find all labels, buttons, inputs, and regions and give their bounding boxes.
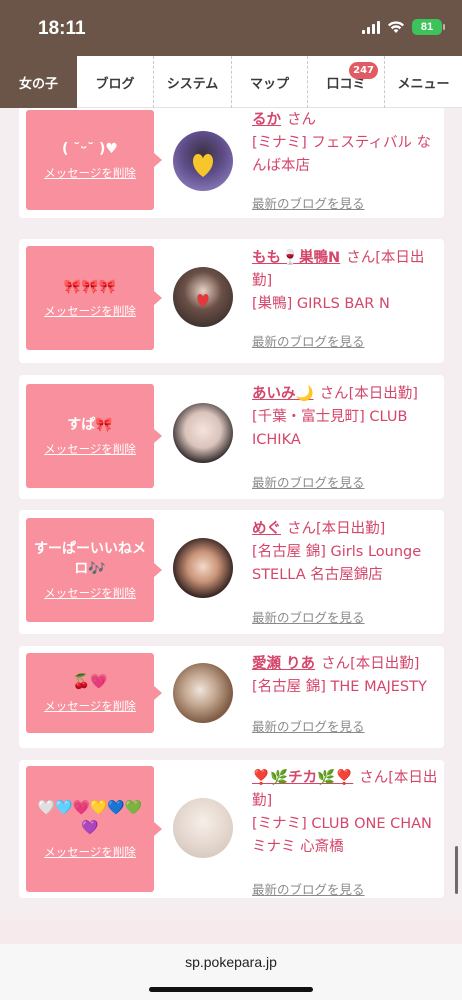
san-label: さん bbox=[287, 521, 316, 537]
tab-girls[interactable]: 女の子 bbox=[0, 56, 77, 108]
list-item: 🤍🩵💗💛💙💚💜 メッセージを削除 ❣️🌿チカ🌿❣️ さん[本日出勤] [ミナミ] … bbox=[19, 760, 444, 898]
message-bubble: すーぱーいいねメロ🎶 メッセージを削除 bbox=[26, 518, 162, 622]
message-list: ( ˘ᵕ˘ )♥ メッセージを削除 るか さん [ミナミ] フェスティバル なんば… bbox=[0, 108, 462, 920]
message-text: すぱ🎀 bbox=[67, 417, 113, 433]
message-text: 🤍🩵💗💛💙💚💜 bbox=[37, 800, 143, 836]
list-item: ( ˘ᵕ˘ )♥ メッセージを削除 るか さん [ミナミ] フェスティバル なんば… bbox=[19, 108, 444, 218]
name-line: あいみ🌙 さん[本日出勤] bbox=[252, 383, 442, 406]
url-text: sp.pokepara.jp bbox=[185, 954, 277, 970]
latest-blog-link[interactable]: 最新のブログを見る bbox=[252, 879, 365, 898]
avatar[interactable] bbox=[173, 267, 233, 327]
girl-info: もも🍷巣鴨N さん[本日出勤] [巣鴨] GIRLS BAR N 最新のブログを見… bbox=[252, 247, 442, 349]
name-line: るか さん bbox=[252, 109, 442, 132]
home-indicator[interactable] bbox=[149, 987, 313, 992]
girl-info: るか さん [ミナミ] フェスティバル なんば本店 最新のブログを見る bbox=[252, 109, 442, 211]
reviews-count-badge: 247 bbox=[349, 62, 378, 79]
san-label: さん bbox=[319, 386, 349, 402]
girl-name-link[interactable]: もも🍷巣鴨N bbox=[252, 250, 340, 266]
tab-system[interactable]: システム bbox=[154, 56, 232, 108]
signal-icon bbox=[362, 20, 380, 34]
avatar[interactable] bbox=[173, 131, 233, 191]
wifi-icon bbox=[387, 20, 405, 34]
girl-info: 愛瀬 りあ さん[本日出勤] [名古屋 錦] THE MAJESTY 最新のブログ… bbox=[252, 653, 442, 734]
tab-system-label: システム bbox=[166, 76, 219, 92]
list-item: 🎀🎀🎀 メッセージを削除 もも🍷巣鴨N さん[本日出勤] [巣鴨] GIRLS B… bbox=[19, 239, 444, 363]
name-line: もも🍷巣鴨N さん[本日出勤] bbox=[252, 247, 442, 293]
list-item: すーぱーいいねメロ🎶 メッセージを削除 めぐ さん[本日出勤] [名古屋 錦] G… bbox=[19, 510, 444, 634]
delete-message-link[interactable]: メッセージを削除 bbox=[44, 441, 136, 457]
girl-name-link[interactable]: ❣️🌿チカ🌿❣️ bbox=[252, 770, 353, 786]
girl-info: あいみ🌙 さん[本日出勤] [千葉・富士見町] CLUB ICHIKA 最新のブロ… bbox=[252, 383, 442, 490]
girl-name-link[interactable]: るか bbox=[252, 112, 281, 128]
latest-blog-link[interactable]: 最新のブログを見る bbox=[252, 716, 365, 735]
girl-name-link[interactable]: 愛瀬 りあ bbox=[252, 656, 315, 672]
tab-blog-label: ブログ bbox=[95, 76, 135, 92]
latest-blog-link[interactable]: 最新のブログを見る bbox=[252, 331, 365, 350]
delete-message-link[interactable]: メッセージを削除 bbox=[44, 303, 136, 319]
tab-girls-label: 女の子 bbox=[18, 76, 58, 92]
attendance-status: [本日出勤] bbox=[316, 521, 386, 537]
scrollbar[interactable] bbox=[455, 846, 458, 894]
delete-message-link[interactable]: メッセージを削除 bbox=[44, 165, 136, 181]
tab-menu-label: メニュー bbox=[397, 76, 450, 92]
tab-reviews[interactable]: 口コミ 247 bbox=[308, 56, 385, 108]
girl-name-link[interactable]: あいみ🌙 bbox=[252, 386, 314, 402]
shop-name[interactable]: [名古屋 錦] Girls Lounge STELLA 名古屋錦店 bbox=[252, 541, 442, 587]
message-text: すーぱーいいねメロ🎶 bbox=[34, 541, 146, 577]
avatar[interactable] bbox=[173, 663, 233, 723]
nav-bar: 女の子 ブログ システム マップ 口コミ 247 メニュー bbox=[0, 56, 462, 108]
tab-map-label: マップ bbox=[249, 76, 289, 92]
latest-blog-link[interactable]: 最新のブログを見る bbox=[252, 193, 365, 212]
tab-map[interactable]: マップ bbox=[232, 56, 308, 108]
attendance-status: [本日出勤] bbox=[350, 656, 420, 672]
message-bubble: すぱ🎀 メッセージを削除 bbox=[26, 384, 162, 488]
avatar[interactable] bbox=[173, 403, 233, 463]
latest-blog-link[interactable]: 最新のブログを見る bbox=[252, 607, 365, 626]
message-text: 🎀🎀🎀 bbox=[63, 279, 117, 295]
shop-name[interactable]: [ミナミ] フェスティバル なんば本店 bbox=[252, 132, 442, 178]
name-line: めぐ さん[本日出勤] bbox=[252, 518, 442, 541]
message-bubble: 🤍🩵💗💛💙💚💜 メッセージを削除 bbox=[26, 766, 162, 892]
delete-message-link[interactable]: メッセージを削除 bbox=[44, 844, 136, 860]
tab-menu[interactable]: メニュー bbox=[385, 56, 462, 108]
girl-info: ❣️🌿チカ🌿❣️ さん[本日出勤] [ミナミ] CLUB ONE CHAN ミナミ… bbox=[252, 767, 442, 897]
message-bubble: ( ˘ᵕ˘ )♥ メッセージを削除 bbox=[26, 110, 162, 210]
attendance-status: [本日出勤] bbox=[348, 386, 418, 402]
latest-blog-link[interactable]: 最新のブログを見る bbox=[252, 472, 365, 491]
tab-blog[interactable]: ブログ bbox=[77, 56, 154, 108]
delete-message-link[interactable]: メッセージを削除 bbox=[44, 585, 136, 601]
status-bar: 18:11 81 bbox=[0, 0, 462, 56]
shop-name[interactable]: [千葉・富士見町] CLUB ICHIKA bbox=[252, 406, 442, 452]
message-bubble: 🍒💗 メッセージを削除 bbox=[26, 653, 162, 733]
status-time: 18:11 bbox=[38, 18, 86, 39]
san-label: さん bbox=[287, 112, 316, 128]
girl-info: めぐ さん[本日出勤] [名古屋 錦] Girls Lounge STELLA 名… bbox=[252, 518, 442, 625]
shop-name[interactable]: [巣鴨] GIRLS BAR N bbox=[252, 293, 442, 316]
message-bubble: 🎀🎀🎀 メッセージを削除 bbox=[26, 246, 162, 350]
san-label: さん bbox=[321, 656, 351, 672]
list-item: すぱ🎀 メッセージを削除 あいみ🌙 さん[本日出勤] [千葉・富士見町] CLUB… bbox=[19, 375, 444, 499]
list-item: 🍒💗 メッセージを削除 愛瀬 りあ さん[本日出勤] [名古屋 錦] THE MA… bbox=[19, 646, 444, 748]
san-label: さん bbox=[359, 770, 389, 786]
name-line: 愛瀬 りあ さん[本日出勤] bbox=[252, 653, 442, 676]
footer-background bbox=[0, 920, 462, 944]
shop-name[interactable]: [名古屋 錦] THE MAJESTY bbox=[252, 676, 442, 699]
girl-name-link[interactable]: めぐ bbox=[252, 521, 281, 537]
status-icons: 81 bbox=[362, 19, 445, 35]
battery-icon: 81 bbox=[412, 19, 445, 35]
avatar[interactable] bbox=[173, 798, 233, 858]
name-line: ❣️🌿チカ🌿❣️ さん[本日出勤] bbox=[252, 767, 442, 813]
avatar[interactable] bbox=[173, 538, 233, 598]
message-text: ( ˘ᵕ˘ )♥ bbox=[62, 141, 118, 157]
san-label: さん bbox=[346, 250, 376, 266]
delete-message-link[interactable]: メッセージを削除 bbox=[44, 698, 136, 714]
shop-name[interactable]: [ミナミ] CLUB ONE CHAN ミナミ 心斎橋 bbox=[252, 813, 442, 859]
message-text: 🍒💗 bbox=[72, 674, 108, 690]
